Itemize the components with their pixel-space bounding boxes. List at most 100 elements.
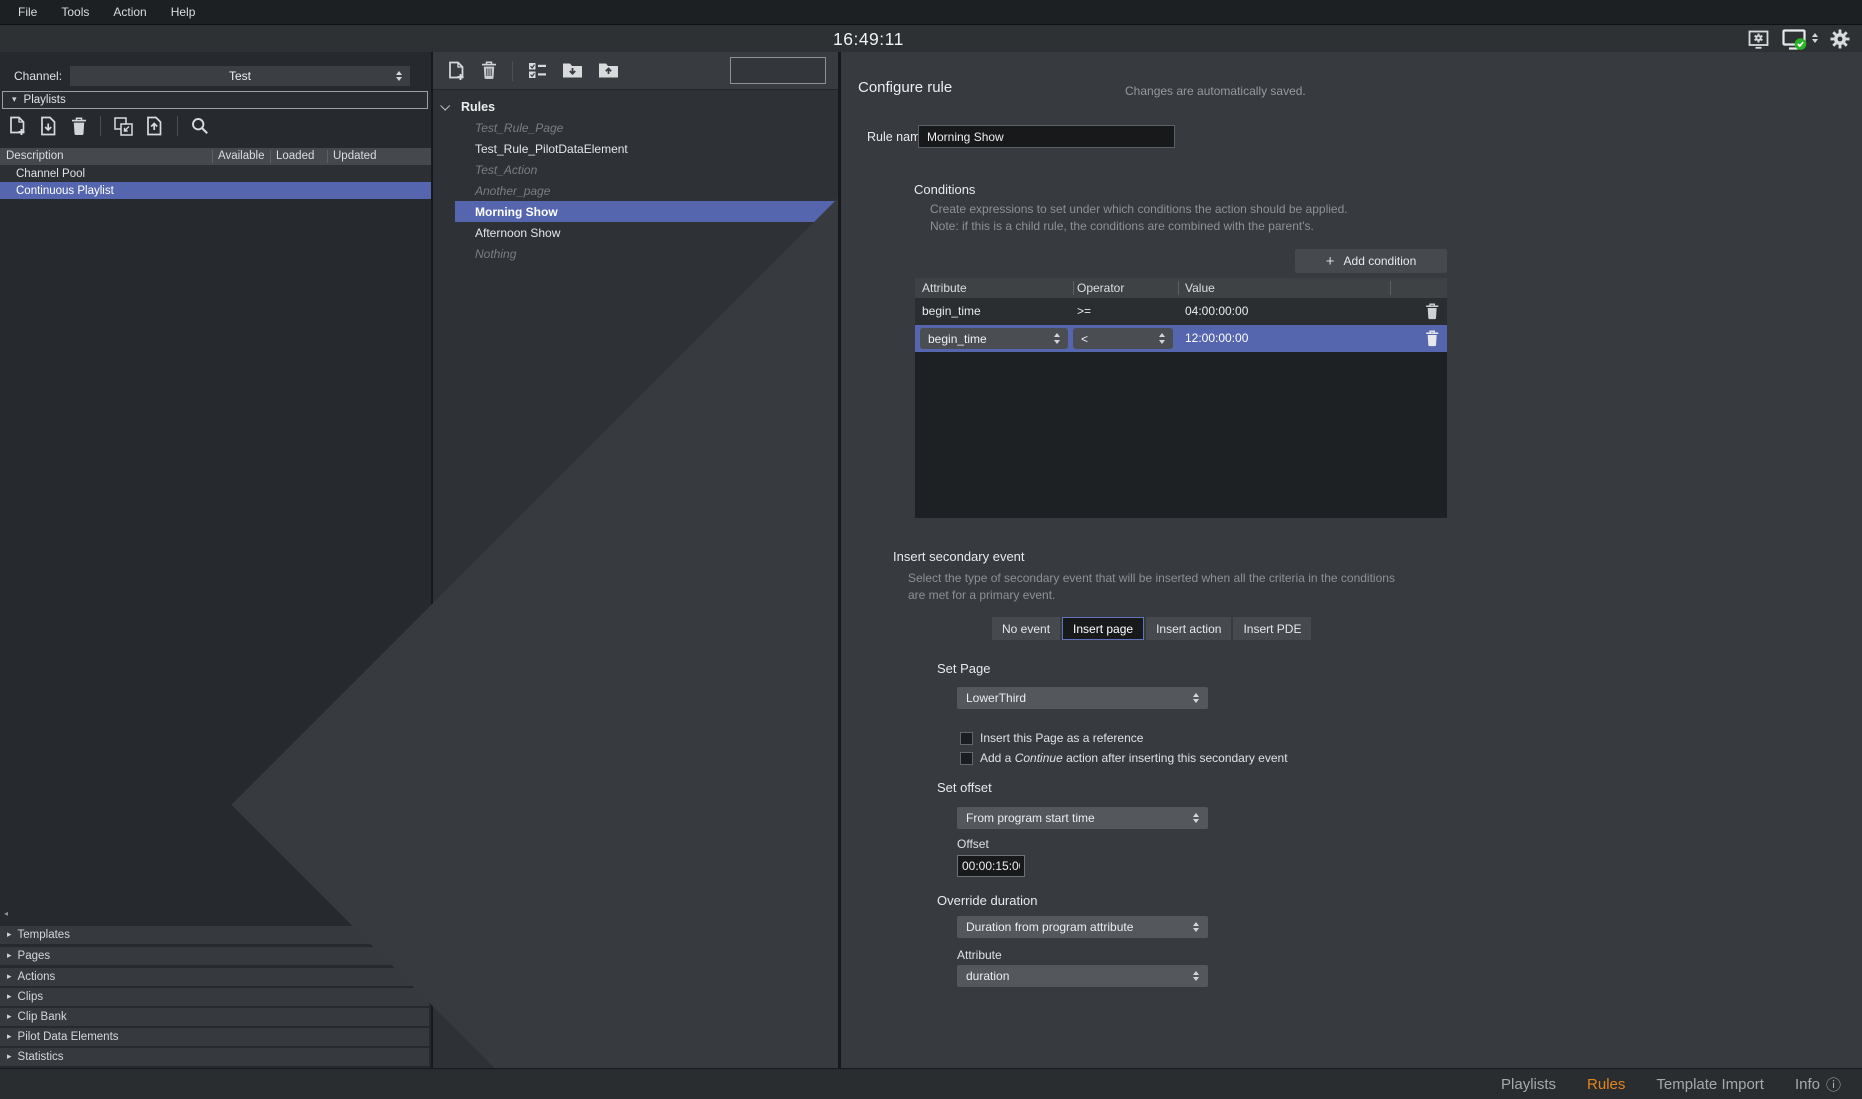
tree-item-test-action[interactable]: Test_Action: [433, 159, 838, 180]
tree-root-rules[interactable]: Rules: [433, 96, 838, 117]
playlist-row-channel-pool[interactable]: Channel Pool: [0, 165, 431, 182]
menu-action[interactable]: Action: [102, 5, 157, 19]
expand-triangle-icon: ▸: [7, 1052, 12, 1062]
export-rules-folder-icon[interactable]: [598, 62, 619, 79]
menu-help[interactable]: Help: [160, 5, 207, 19]
playlist-table-header: Description Available Loaded Updated: [0, 148, 431, 165]
playlist-row-label: Continuous Playlist: [16, 185, 114, 197]
secondary-event-description-1: Select the type of secondary event that …: [908, 571, 1395, 585]
expand-triangle-icon: ▸: [7, 1032, 12, 1042]
condition-row[interactable]: begin_time >= 04:00:00:00: [915, 298, 1447, 325]
conditions-table: Attribute Operator Value begin_time >= 0…: [915, 278, 1447, 518]
import-rules-folder-icon[interactable]: [562, 62, 583, 79]
nav-rules-active[interactable]: Rules: [1587, 1076, 1625, 1093]
add-condition-label: Add condition: [1344, 254, 1417, 268]
condition-value: 04:00:00:00: [1185, 304, 1248, 318]
continue-checkbox[interactable]: [960, 752, 973, 765]
page-dropdown[interactable]: LowerThird: [957, 687, 1208, 709]
duration-mode-dropdown[interactable]: Duration from program attribute: [957, 916, 1208, 938]
playlists-section-label: Playlists: [24, 94, 66, 106]
operator-dropdown[interactable]: <: [1073, 328, 1173, 349]
channel-label: Channel:: [14, 69, 62, 83]
set-page-title: Set Page: [937, 661, 991, 676]
section-label: Templates: [18, 929, 70, 941]
checklist-icon[interactable]: [528, 62, 547, 79]
delete-condition-icon[interactable]: [1425, 330, 1439, 347]
dropdown-spinner-icon: [1193, 922, 1199, 933]
sidebar-section-statistics[interactable]: ▸ Statistics: [0, 1048, 429, 1066]
conditions-title: Conditions: [914, 182, 975, 197]
attribute-dropdown[interactable]: begin_time: [920, 328, 1068, 349]
option-insert-action[interactable]: Insert action: [1146, 617, 1231, 640]
delete-playlist-icon[interactable]: [71, 117, 87, 136]
reference-checkbox-row[interactable]: Insert this Page as a reference: [960, 731, 1143, 745]
delete-condition-icon[interactable]: [1425, 303, 1439, 320]
rule-name-input[interactable]: [918, 125, 1175, 148]
menu-file[interactable]: File: [7, 5, 48, 19]
nav-info-label: Info: [1795, 1076, 1820, 1093]
new-rule-icon[interactable]: [448, 61, 466, 81]
set-offset-title: Set offset: [937, 780, 992, 795]
continue-checkbox-row[interactable]: Add a Continue action after inserting th…: [960, 751, 1288, 765]
col-available[interactable]: Available: [218, 150, 264, 162]
new-playlist-icon[interactable]: [9, 116, 27, 136]
sidebar-section-pages[interactable]: ▸ Pages: [0, 947, 429, 965]
add-condition-button[interactable]: + Add condition: [1295, 249, 1447, 273]
export-playlist-icon[interactable]: [146, 116, 164, 136]
scrollbar-track[interactable]: [18, 913, 378, 917]
import-playlist-icon[interactable]: [40, 116, 58, 136]
page-dropdown-value: LowerThird: [966, 691, 1026, 705]
chevron-down-icon[interactable]: [440, 101, 450, 111]
duration-attribute-value: duration: [966, 969, 1009, 983]
condition-row-selected[interactable]: begin_time < 12:00:00:00: [915, 325, 1447, 352]
nav-playlists[interactable]: Playlists: [1501, 1076, 1556, 1093]
nav-info[interactable]: Info ⓘ: [1795, 1074, 1841, 1095]
section-label: Statistics: [18, 1051, 64, 1063]
condition-value[interactable]: 12:00:00:00: [1185, 331, 1248, 345]
copy-playlist-icon[interactable]: [114, 117, 133, 136]
search-icon[interactable]: [191, 117, 209, 135]
option-no-event[interactable]: No event: [992, 617, 1060, 640]
rules-toolbar-field[interactable]: [730, 57, 826, 84]
nav-template-import[interactable]: Template Import: [1656, 1076, 1764, 1093]
header-bar: 16:49:11: [0, 24, 1862, 52]
reference-checkbox[interactable]: [960, 732, 973, 745]
offset-input[interactable]: [957, 855, 1025, 877]
output-config-icon[interactable]: [1748, 30, 1769, 49]
option-insert-pde[interactable]: Insert PDE: [1233, 617, 1311, 640]
sidebar-section-clip-bank[interactable]: ▸ Clip Bank: [0, 1008, 429, 1026]
tree-item-test-rule-page[interactable]: Test_Rule_Page: [433, 117, 838, 138]
channel-select[interactable]: Test: [70, 66, 410, 86]
sidebar-section-clips[interactable]: ▸ Clips: [0, 988, 429, 1006]
output-selector-spinner[interactable]: [1812, 33, 1818, 44]
expand-triangle-icon: ▸: [7, 951, 12, 961]
col-loaded[interactable]: Loaded: [276, 150, 314, 162]
toolbar-separator: [177, 116, 178, 136]
scroll-left-icon[interactable]: ◂: [4, 909, 8, 918]
secondary-event-description-2: are met for a primary event.: [908, 588, 1055, 602]
tree-item-test-rule-pilotdataelement[interactable]: Test_Rule_PilotDataElement: [433, 138, 838, 159]
duration-attribute-dropdown[interactable]: duration: [957, 965, 1208, 987]
clock: 16:49:11: [833, 25, 904, 53]
override-duration-title: Override duration: [937, 893, 1037, 908]
playlists-section-header[interactable]: ▾ Playlists: [2, 91, 428, 109]
condition-operator: >=: [1077, 304, 1091, 318]
program-output-ok-icon[interactable]: [1782, 29, 1809, 50]
col-description[interactable]: Description: [6, 150, 64, 162]
sidebar-section-actions[interactable]: ▸ Actions: [0, 968, 429, 986]
col-updated[interactable]: Updated: [333, 150, 376, 162]
sidebar-section-pilot-data-elements[interactable]: ▸ Pilot Data Elements: [0, 1028, 429, 1046]
option-insert-page-selected[interactable]: Insert page: [1062, 617, 1144, 640]
menu-tools[interactable]: Tools: [50, 5, 100, 19]
settings-gear-icon[interactable]: [1830, 29, 1850, 49]
tree-item-another-page[interactable]: Another_page: [433, 180, 838, 201]
tree-item-afternoon-show[interactable]: Afternoon Show: [433, 222, 838, 243]
dropdown-spinner-icon: [1193, 971, 1199, 982]
delete-rule-icon[interactable]: [481, 61, 497, 80]
tree-item-morning-show-selected[interactable]: Morning Show: [455, 201, 838, 222]
tree-item-nothing[interactable]: Nothing: [433, 243, 838, 264]
playlist-row-continuous-selected[interactable]: Continuous Playlist: [0, 182, 431, 199]
secondary-event-title: Insert secondary event: [893, 549, 1025, 564]
plus-icon: +: [1326, 253, 1335, 270]
offset-mode-dropdown[interactable]: From program start time: [957, 807, 1208, 829]
